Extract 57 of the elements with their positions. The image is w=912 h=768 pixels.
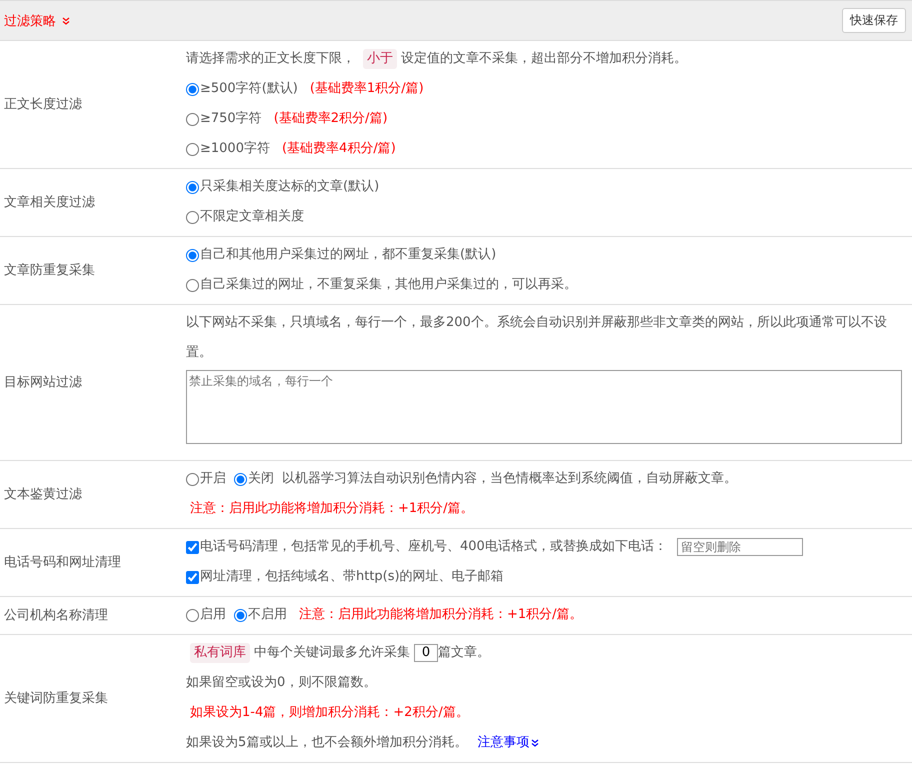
description-text: 以下网站不采集，只填域名，每行一个，最多200个。系统会自动识别并屏蔽那些非文章类的网站，所以此项通常可以不设置。 — [186, 314, 888, 362]
input-field[interactable]: 0 — [414, 644, 438, 662]
notice-text: 注意：启用此功能将增加积分消耗：+1积分/篇。 — [190, 500, 474, 518]
notice-text: (基础费率4积分/篇) — [282, 140, 396, 158]
description-text: 请选择需求的正文长度下限， — [186, 50, 355, 68]
keyword-tag: 私有词库 — [190, 643, 250, 663]
keyword-tag: 小于 — [363, 49, 397, 69]
option-label[interactable]: ≥500字符(默认) — [200, 74, 298, 104]
checkbox[interactable] — [186, 570, 199, 584]
input-field[interactable]: 留空则删除 — [676, 538, 803, 556]
notice-text: (基础费率2积分/篇) — [274, 110, 388, 128]
option-label[interactable]: 关闭 — [248, 464, 274, 494]
radio-button[interactable] — [186, 248, 199, 262]
option-label[interactable]: 自己和其他用户采集过的网址，都不重复采集(默认) — [200, 240, 496, 270]
field-label: 文本鉴黄过滤 — [3, 486, 83, 504]
notice-text: (基础费率1积分/篇) — [310, 80, 424, 98]
radio-button[interactable] — [186, 112, 199, 126]
field-label: 电话号码和网址清理 — [3, 554, 122, 572]
option-label[interactable]: 启用 — [200, 600, 226, 630]
notice-text: 如果设为1-4篇，则增加积分消耗：+2积分/篇。 — [190, 704, 469, 722]
checkbox[interactable] — [186, 540, 199, 554]
radio-button[interactable] — [186, 210, 199, 224]
domain-textarea[interactable]: 禁止采集的域名，每行一个 — [186, 370, 902, 444]
option-label[interactable]: ≥750字符 — [200, 104, 262, 134]
description-text: 如果设为5篇或以上，也不会额外增加积分消耗。 — [186, 734, 468, 752]
option-label[interactable]: 开启 — [200, 464, 226, 494]
option-label[interactable]: 自己采集过的网址，不重复采集，其他用户采集过的，可以再采。 — [200, 270, 577, 300]
notice-text: 注意：启用此功能将增加积分消耗：+1积分/篇。 — [299, 606, 583, 624]
field-label: 公司机构名称清理 — [3, 607, 109, 625]
description-text: 篇文章。 — [438, 644, 490, 662]
double-chevron-icon — [531, 739, 540, 747]
option-label[interactable]: 网址清理，包括纯域名、带http(s)的网址、电子邮箱 — [200, 562, 504, 592]
quick-save-button[interactable]: 快速保存 — [842, 8, 906, 33]
field-label: 正文长度过滤 — [3, 96, 83, 114]
option-label[interactable]: 不启用 — [248, 600, 287, 630]
option-label[interactable]: ≥1000字符 — [200, 134, 270, 164]
radio-button[interactable] — [186, 608, 199, 622]
radio-button[interactable] — [186, 142, 199, 156]
double-chevron-icon — [62, 16, 70, 24]
radio-button[interactable] — [186, 278, 199, 292]
field-label: 目标网站过滤 — [3, 374, 83, 392]
notes-link[interactable]: 注意事项 — [477, 728, 530, 758]
description-text: 如果留空或设为0，则不限篇数。 — [186, 674, 376, 692]
radio-button[interactable] — [186, 180, 199, 194]
field-label: 文章相关度过滤 — [3, 194, 96, 212]
radio-button[interactable] — [234, 472, 247, 486]
field-label: 文章防重复采集 — [3, 262, 96, 280]
radio-button[interactable] — [186, 82, 199, 96]
description-text: 以机器学习算法自动识别色情内容，当色情概率达到系统阈值，自动屏蔽文章。 — [282, 470, 737, 488]
field-label: 关键词防重复采集 — [3, 690, 109, 708]
option-label[interactable]: 不限定文章相关度 — [200, 202, 304, 232]
description-text: 设定值的文章不采集，超出部分不增加积分消耗。 — [401, 50, 687, 68]
radio-button[interactable] — [186, 472, 199, 486]
radio-button[interactable] — [234, 608, 247, 622]
option-label[interactable]: 只采集相关度达标的文章(默认) — [200, 172, 380, 202]
description-text: 中每个关键词最多允许采集 — [254, 644, 410, 662]
option-label[interactable]: 电话号码清理，包括常见的手机号、座机号、400电话格式，或替换成如下电话： — [200, 532, 667, 562]
